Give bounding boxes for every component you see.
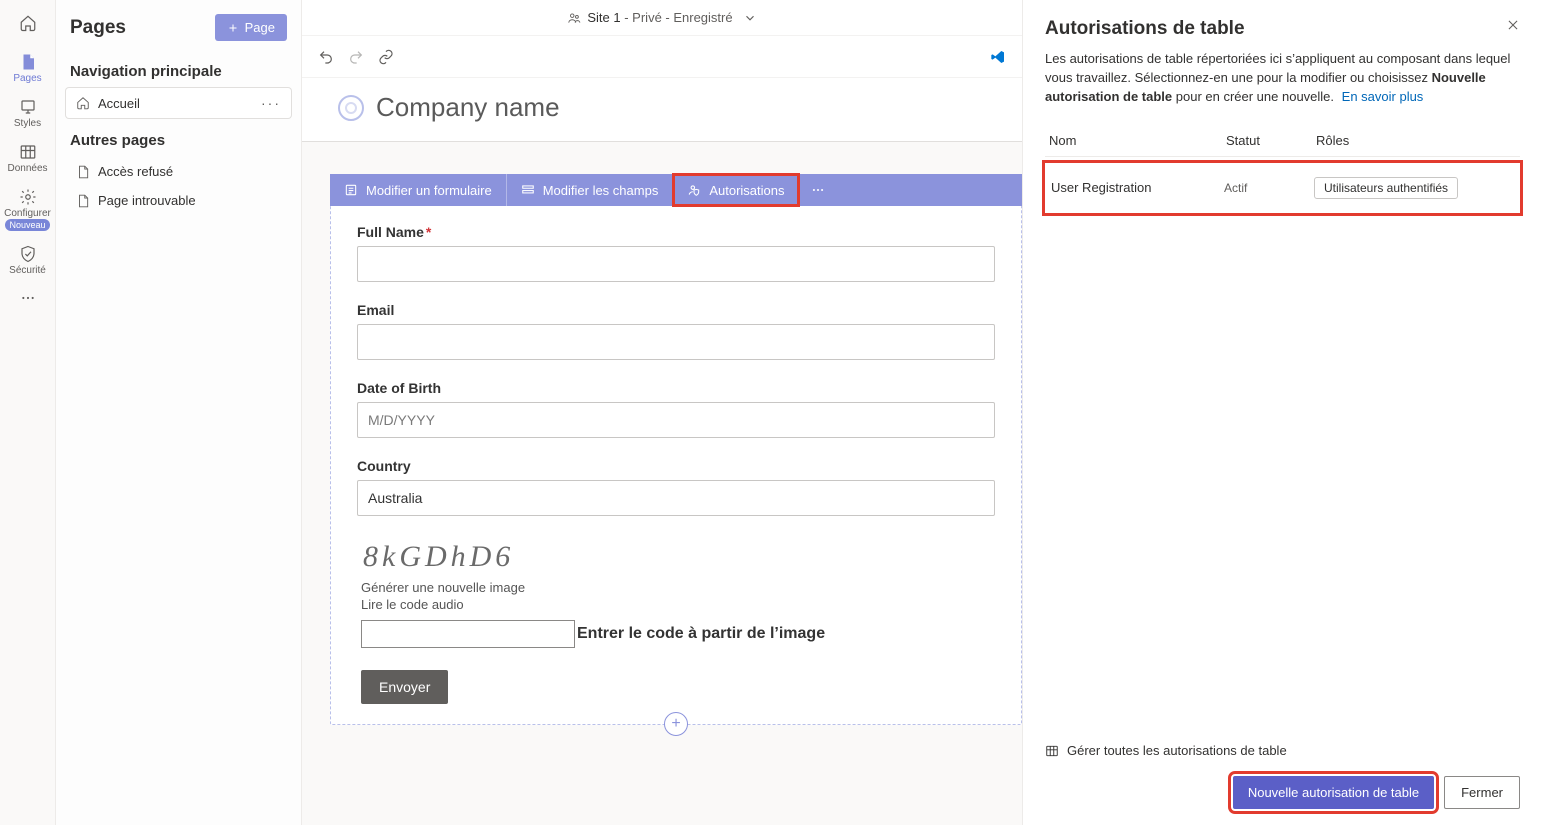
captcha-image: 8kGDhD6 <box>361 536 991 578</box>
dob-input[interactable] <box>357 402 995 438</box>
email-input[interactable] <box>357 324 995 360</box>
site-picker[interactable]: Site 1 - Privé - Enregistré <box>567 10 756 25</box>
form-component[interactable]: Modifier un formulaire Modifier les cham… <box>330 174 1022 725</box>
rail-security[interactable]: Sécurité <box>0 239 56 280</box>
nav-item-accueil[interactable]: Accueil ··· <box>66 88 291 118</box>
page-header: Company name <box>302 78 1022 142</box>
company-name: Company name <box>376 92 560 123</box>
shield-icon <box>687 183 701 197</box>
rail-security-label: Sécurité <box>9 265 46 276</box>
captcha-input[interactable] <box>361 620 575 648</box>
site-name: Site 1 <box>587 10 620 25</box>
home-icon <box>76 96 90 110</box>
nav-list-main: Accueil ··· <box>56 84 301 122</box>
perm-role-chip: Utilisateurs authentifiés <box>1314 177 1458 199</box>
fields-icon <box>521 183 535 197</box>
home-icon[interactable] <box>19 6 37 43</box>
captcha-block: 8kGDhD6 Générer une nouvelle image Lire … <box>357 536 995 652</box>
form-toolbar: Modifier un formulaire Modifier les cham… <box>330 174 1022 206</box>
toolbar-more[interactable] <box>799 174 837 206</box>
rail-styles-label: Styles <box>14 118 41 129</box>
add-component-button[interactable]: + <box>664 712 688 736</box>
nav-item-label: Accès refusé <box>98 164 173 179</box>
col-roles: Rôles <box>1316 133 1516 148</box>
toolbar-permissions-label: Autorisations <box>709 183 784 198</box>
email-label: Email <box>357 302 995 318</box>
command-bar <box>302 36 1022 78</box>
perm-status: Actif <box>1224 181 1314 195</box>
nav-item-label: Accueil <box>98 96 140 111</box>
new-page-button[interactable]: Page <box>215 14 287 41</box>
close-icon <box>1506 18 1520 32</box>
manage-all-link[interactable]: Gérer toutes les autorisations de table <box>1045 737 1287 776</box>
rail-configure-badge: Nouveau <box>5 219 49 231</box>
page-icon <box>76 165 90 179</box>
toolbar-edit-fields[interactable]: Modifier les champs <box>507 174 674 206</box>
country-label: Country <box>357 458 995 474</box>
rail-more-icon[interactable] <box>20 290 36 309</box>
permissions-table: Nom Statut Rôles User Registration Actif… <box>1045 125 1520 213</box>
close-panel-button[interactable]: Fermer <box>1444 776 1520 809</box>
panel-title: Autorisations de table <box>1045 18 1245 40</box>
form-icon <box>344 183 358 197</box>
left-rail: Pages Styles Données Configurer Nouveau … <box>0 0 56 825</box>
manage-all-label: Gérer toutes les autorisations de table <box>1067 743 1287 758</box>
nav-list-other: Accès refusé Page introuvable <box>56 153 301 219</box>
full-name-label: Full Name* <box>357 224 995 240</box>
new-permission-button[interactable]: Nouvelle autorisation de table <box>1233 776 1434 809</box>
rail-configure[interactable]: Configurer Nouveau <box>0 182 56 235</box>
sidebar-title: Pages <box>70 17 126 39</box>
site-status: - Privé - Enregistré <box>621 10 733 25</box>
full-name-input[interactable] <box>357 246 995 282</box>
permissions-panel: Autorisations de table Les autorisations… <box>1022 0 1542 825</box>
permissions-row[interactable]: User Registration Actif Utilisateurs aut… <box>1047 165 1518 211</box>
panel-description: Les autorisations de table répertoriées … <box>1045 50 1520 107</box>
captcha-audio-link[interactable]: Lire le code audio <box>361 597 991 612</box>
chevron-down-icon <box>743 11 757 25</box>
toolbar-edit-fields-label: Modifier les champs <box>543 183 659 198</box>
sidebar-section-other: Autres pages <box>56 122 301 153</box>
more-icon <box>811 183 825 197</box>
table-icon <box>1045 744 1059 758</box>
vscode-icon[interactable] <box>990 49 1006 65</box>
toolbar-permissions[interactable]: Autorisations <box>673 174 799 206</box>
undo-button[interactable] <box>318 49 334 65</box>
learn-more-link[interactable]: En savoir plus <box>1342 89 1424 104</box>
rail-data[interactable]: Données <box>0 137 56 178</box>
captcha-regenerate-link[interactable]: Générer une nouvelle image <box>361 580 991 595</box>
rail-pages[interactable]: Pages <box>0 47 56 88</box>
rail-data-label: Données <box>7 163 47 174</box>
nav-item-more-icon[interactable]: ··· <box>261 95 281 111</box>
form-body: Full Name* Email Date of Birth Coun <box>331 206 1021 724</box>
col-status: Statut <box>1226 133 1316 148</box>
main-editor: Site 1 - Privé - Enregistré Company name <box>302 0 1022 825</box>
nav-item-access-denied[interactable]: Accès refusé <box>66 157 291 186</box>
page-icon <box>76 194 90 208</box>
permissions-row-highlight: User Registration Actif Utilisateurs aut… <box>1045 163 1520 213</box>
link-button[interactable] <box>378 49 394 65</box>
redo-button[interactable] <box>348 49 364 65</box>
pages-sidebar: Pages Page Navigation principale Accueil… <box>56 0 302 825</box>
rail-pages-label: Pages <box>13 73 41 84</box>
captcha-hint: Entrer le code à partir de l’image <box>577 625 825 643</box>
new-page-label: Page <box>245 20 275 35</box>
toolbar-edit-form[interactable]: Modifier un formulaire <box>330 174 507 206</box>
company-logo-icon <box>338 95 364 121</box>
panel-close-button[interactable] <box>1506 18 1520 35</box>
rail-configure-label: Configurer <box>4 208 51 219</box>
col-name: Nom <box>1049 133 1226 148</box>
nav-item-not-found[interactable]: Page introuvable <box>66 186 291 215</box>
toolbar-edit-form-label: Modifier un formulaire <box>366 183 492 198</box>
sidebar-section-main: Navigation principale <box>56 53 301 84</box>
nav-item-label: Page introuvable <box>98 193 196 208</box>
dob-label: Date of Birth <box>357 380 995 396</box>
rail-styles[interactable]: Styles <box>0 92 56 133</box>
site-icon <box>567 11 581 25</box>
submit-button[interactable]: Envoyer <box>361 670 448 704</box>
perm-name: User Registration <box>1051 180 1224 195</box>
top-bar: Site 1 - Privé - Enregistré <box>302 0 1022 36</box>
canvas-scroll[interactable]: Company name Modifier un formulaire Modi… <box>302 78 1022 825</box>
country-input[interactable] <box>357 480 995 516</box>
